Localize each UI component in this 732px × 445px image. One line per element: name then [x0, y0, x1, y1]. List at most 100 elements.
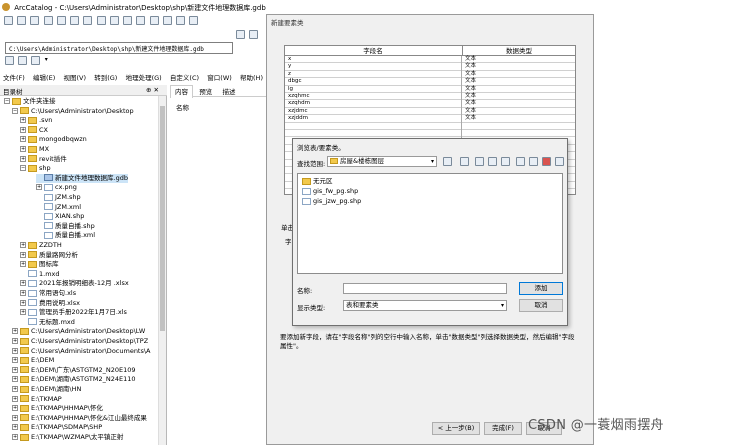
toolbox-icon[interactable] — [162, 16, 172, 25]
data-type-cell[interactable]: 文本 — [465, 63, 476, 70]
file-list-item[interactable]: gis_jzw_pg.shp — [302, 197, 361, 206]
large-icons-view-icon[interactable] — [83, 16, 93, 25]
tree-item[interactable]: − C:\Users\Administrator\Desktop — [12, 107, 134, 117]
list-view-icon[interactable] — [96, 16, 106, 25]
show-type-select[interactable]: 表和要素类 ▾ — [343, 300, 507, 311]
expand-toggle-icon[interactable]: + — [12, 347, 18, 354]
data-type-cell[interactable]: 文本 — [465, 115, 476, 122]
edit-metadata-icon[interactable] — [5, 56, 14, 65]
details-view-icon[interactable] — [109, 16, 119, 25]
data-type-cell[interactable]: 文本 — [465, 71, 476, 78]
expand-toggle-icon[interactable]: + — [20, 299, 26, 306]
tree-item[interactable]: + E:\TKMAP\HHMAP\怀化 — [12, 404, 103, 414]
tree-item[interactable]: + 管理员手册2022年1月7日.xls — [20, 308, 127, 318]
new-geodatabase-icon[interactable] — [529, 157, 538, 166]
expand-toggle-icon[interactable]: + — [12, 414, 18, 421]
tree-item[interactable]: + ZZDTH — [20, 241, 62, 251]
file-list-item[interactable]: 无元区 — [302, 177, 333, 186]
expand-toggle-icon[interactable]: + — [20, 251, 26, 258]
data-type-column-header[interactable]: 数据类型 — [462, 46, 575, 56]
field-row[interactable]: xzjddm 文本 — [285, 115, 575, 123]
expand-toggle-icon[interactable]: + — [36, 184, 42, 191]
field-row[interactable]: z 文本 — [285, 70, 575, 79]
menu-customize[interactable]: 自定义(C) — [167, 72, 202, 84]
menu-window[interactable]: 窗口(W) — [204, 72, 235, 84]
field-name-cell[interactable]: xzjddm — [288, 115, 458, 122]
catalog-view-icon[interactable] — [475, 157, 484, 166]
expand-toggle-icon[interactable]: − — [20, 165, 26, 172]
catalog-tree-icon[interactable] — [136, 16, 146, 25]
field-row[interactable]: x 文本 — [285, 56, 575, 64]
tree-item[interactable]: + 图标库 — [20, 260, 59, 270]
back-button[interactable]: < 上一步(B) — [432, 422, 480, 435]
tree-item[interactable]: JZM.xml — [36, 203, 81, 213]
expand-toggle-icon[interactable]: + — [12, 366, 18, 373]
expand-toggle-icon[interactable]: + — [12, 386, 18, 392]
refresh-icon[interactable] — [555, 157, 564, 166]
look-in-combo[interactable]: 房屋&楼栋图层 ▾ — [327, 156, 437, 167]
details-view-icon[interactable] — [488, 157, 497, 166]
modelbuilder-icon[interactable] — [189, 16, 199, 25]
tree-item[interactable]: 新建文件地理数据库.gdb — [36, 173, 128, 184]
menu-help[interactable]: 帮助(H) — [237, 72, 266, 84]
tree-item[interactable]: + E:\TKMAP — [12, 395, 62, 405]
delete-icon[interactable] — [542, 157, 551, 166]
tree-item[interactable]: + C:\Users\Administrator\Documents\A — [12, 347, 151, 357]
field-row[interactable]: xzqhdm 文本 — [285, 100, 575, 108]
expand-toggle-icon[interactable]: + — [12, 357, 18, 364]
tree-item[interactable]: +2021年报销明细表-12月 .xlsx — [20, 279, 129, 289]
menu-geoprocessing[interactable]: 地理处理(G) — [123, 72, 165, 84]
menu-goto[interactable]: 转到(G) — [91, 72, 120, 84]
expand-toggle-icon[interactable]: + — [12, 434, 18, 440]
expand-toggle-icon[interactable]: + — [20, 280, 26, 287]
tree-item[interactable]: + .svn — [20, 116, 52, 126]
tree-item[interactable]: + C:\Users\Administrator\Desktop\LW — [12, 327, 145, 337]
tree-item[interactable]: XIAN.shp — [36, 212, 84, 222]
menu-view[interactable]: 视图(V) — [60, 72, 89, 84]
data-type-cell[interactable]: 文本 — [465, 93, 476, 100]
python-window-icon[interactable] — [176, 16, 186, 25]
tree-item[interactable]: JZM.shp — [36, 193, 81, 203]
tree-item[interactable]: + CX — [20, 126, 48, 136]
tree-item[interactable]: + 常用语句.xls — [20, 289, 76, 299]
expand-toggle-icon[interactable]: + — [20, 290, 26, 296]
tree-item[interactable]: + 质量路网分析 — [20, 251, 78, 261]
field-name-cell[interactable]: y — [288, 63, 458, 70]
tree-item[interactable]: + E:\DEM — [12, 356, 54, 366]
field-row[interactable]: y 文本 — [285, 63, 575, 71]
tree-item[interactable]: + mongodbqwzn — [20, 135, 87, 145]
tree-item[interactable]: 无标题.mxd — [20, 318, 75, 328]
expand-toggle-icon[interactable]: + — [12, 376, 18, 383]
field-name-cell[interactable]: z — [288, 71, 458, 78]
field-name-cell[interactable]: lg — [288, 86, 458, 93]
field-name-cell[interactable]: xzjdmc — [288, 108, 458, 115]
expand-toggle-icon[interactable]: + — [20, 126, 26, 133]
tree-root-folder-connections[interactable]: − 文件夹连接 — [4, 97, 56, 107]
pane-pin-close-icon[interactable]: ⊕ ✕ — [146, 86, 159, 94]
data-type-cell[interactable]: 文本 — [465, 78, 476, 85]
tree-item[interactable]: + E:\TKMAP\WZMAP\太平镇正射 — [12, 433, 123, 443]
connect-folder-icon[interactable] — [17, 16, 27, 25]
export-metadata-icon[interactable] — [31, 56, 41, 65]
tree-item[interactable]: + MX — [20, 145, 49, 155]
tree-item[interactable]: 1.mxd — [20, 270, 60, 280]
field-row[interactable]: lg 文本 — [285, 85, 575, 93]
expand-toggle-icon[interactable]: + — [12, 328, 18, 335]
thumbnails-view-icon[interactable] — [123, 16, 133, 25]
tree-item[interactable]: 质量自播.xml — [36, 231, 95, 241]
menu-edit[interactable]: 编辑(E) — [30, 72, 58, 84]
expand-toggle-icon[interactable]: + — [12, 395, 18, 402]
copy-icon[interactable] — [43, 16, 53, 25]
tree-scrollbar[interactable] — [158, 96, 166, 445]
expand-toggle-icon[interactable]: + — [20, 309, 26, 316]
expand-toggle-icon[interactable]: + — [12, 338, 18, 344]
field-row[interactable] — [285, 122, 575, 130]
field-name-cell[interactable]: x — [288, 56, 458, 63]
file-list-item[interactable]: gis_fw_pg.shp — [302, 187, 358, 196]
tree-item[interactable]: − shp — [20, 164, 51, 174]
zoom-out-icon[interactable] — [249, 30, 258, 39]
field-row[interactable]: dbgc 文本 — [285, 78, 575, 86]
import-metadata-icon[interactable] — [18, 56, 28, 65]
new-folder-icon[interactable] — [516, 157, 525, 166]
expand-toggle-icon[interactable]: + — [20, 155, 26, 162]
